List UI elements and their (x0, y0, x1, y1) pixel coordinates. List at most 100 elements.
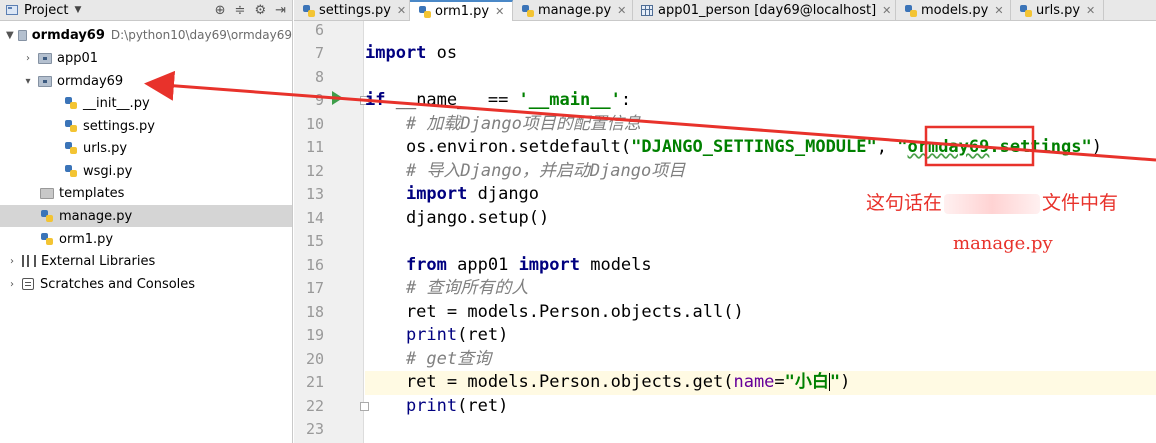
tree-item-label: manage.py (59, 208, 133, 224)
python-file-icon (521, 4, 534, 17)
package-folder-icon (38, 75, 52, 87)
python-file-icon (418, 5, 431, 18)
blurred-region (944, 194, 1041, 214)
keyword: from (405, 255, 447, 275)
tab-settings-py[interactable]: settings.py ✕ (294, 0, 410, 21)
tree-item-label: settings.py (83, 118, 155, 134)
code-line-7[interactable]: import os (365, 42, 1156, 66)
tree-item-label: wsgi.py (83, 163, 133, 179)
tab-models-py[interactable]: models.py ✕ (896, 0, 1011, 21)
tree-item-settings-py[interactable]: settings.py (0, 115, 292, 137)
close-icon[interactable]: ✕ (882, 4, 891, 17)
code-line-22[interactable]: print(ret) (365, 395, 1156, 419)
tree-item-orm1-py[interactable]: orm1.py (0, 228, 292, 250)
tree-item-app01[interactable]: › app01 (0, 47, 292, 69)
python-file-icon (64, 96, 78, 110)
locate-icon[interactable]: ⊕ (215, 2, 226, 19)
string-literal: " (897, 137, 908, 157)
code-text: ) (840, 372, 851, 392)
tab-label: orm1.py (435, 4, 490, 19)
tree-item-label: urls.py (83, 140, 128, 156)
project-path: D:\python10\day69\ormday69 (110, 28, 292, 42)
code-line-10[interactable]: # 加载Django项目的配置信息 (365, 113, 1156, 137)
chevron-down-icon[interactable]: ▼ (6, 30, 14, 41)
tree-item-templates[interactable]: templates (0, 182, 292, 204)
line-number: 6 (314, 21, 324, 39)
code-text: os (426, 43, 458, 63)
python-file-icon (1019, 4, 1032, 17)
close-icon[interactable]: ✕ (994, 4, 1003, 17)
close-icon[interactable]: ✕ (397, 4, 406, 17)
code-line-18[interactable]: ret = models.Person.objects.all() (365, 301, 1156, 325)
tab-orm1-py[interactable]: orm1.py ✕ (410, 0, 513, 21)
code-text: ) (1091, 137, 1102, 157)
python-file-icon (904, 4, 917, 17)
line-number: 21 (305, 373, 324, 391)
comment: # get查询 (365, 349, 492, 369)
code-text: ret = models.Person.objects.all() (365, 302, 744, 322)
comment: # 查询所有的人 (365, 278, 529, 298)
line-number: 8 (314, 68, 324, 86)
tree-item-manage-py[interactable]: manage.py (0, 205, 292, 227)
annotation-note-prefix: 这句话在 (866, 192, 943, 214)
code-line-21[interactable]: ret = models.Person.objects.get(name="小白… (365, 371, 1156, 395)
keyword: import (518, 255, 580, 275)
close-icon[interactable]: ✕ (495, 5, 504, 18)
keyword-argument: name (733, 372, 775, 392)
tab-manage-py[interactable]: manage.py ✕ (513, 0, 633, 21)
string-literal: "小白 (784, 372, 829, 392)
folder-icon (17, 29, 27, 41)
code-line-17[interactable]: # 查询所有的人 (365, 277, 1156, 301)
annotation-note: 这句话在 文件中有 (866, 188, 1118, 215)
project-view-selector[interactable]: Project ▼ (0, 3, 81, 18)
python-file-icon (302, 4, 315, 17)
code-text: , (876, 137, 898, 157)
gear-icon[interactable]: ⚙ (254, 2, 266, 19)
chevron-down-icon[interactable]: ▾ (22, 76, 34, 87)
code-text: = (774, 372, 785, 392)
tree-item-ormday69-root[interactable]: ▼ ormday69 D:\python10\day69\ormday69 (0, 24, 292, 46)
tree-item-ormday69-package[interactable]: ▾ ormday69 (0, 70, 292, 92)
line-number: 7 (314, 44, 324, 62)
run-icon[interactable] (332, 91, 343, 105)
package-folder-icon (38, 52, 52, 64)
line-number: 14 (305, 209, 324, 227)
tree-item-label: orm1.py (59, 231, 114, 247)
close-icon[interactable]: ✕ (1086, 4, 1095, 17)
tree-item-label: External Libraries (41, 253, 156, 269)
python-file-icon (64, 141, 78, 155)
code-line-20[interactable]: # get查询 (365, 348, 1156, 372)
tree-item-init-py[interactable]: __init__.py (0, 92, 292, 114)
chevron-right-icon[interactable]: › (22, 53, 34, 64)
tree-item-urls-py[interactable]: urls.py (0, 137, 292, 159)
tab-urls-py[interactable]: urls.py ✕ (1011, 0, 1104, 21)
tree-item-external-libraries[interactable]: › External Libraries (0, 250, 292, 272)
string-literal: .settings" (989, 137, 1092, 157)
code-text: (ret) (457, 396, 509, 416)
project-panel: Project ▼ ⊕ ≑ ⚙ ⇥ ▼ ormday69 D:\python10… (0, 0, 293, 443)
hide-panel-icon[interactable]: ⇥ (275, 2, 286, 19)
tree-item-wsgi-py[interactable]: wsgi.py (0, 160, 292, 182)
tab-app01-person-table[interactable]: app01_person [day69@localhost] ✕ (633, 0, 896, 21)
code-line-11[interactable]: os.environ.setdefault("DJANGO_SETTINGS_M… (365, 136, 1156, 160)
project-title: Project (24, 2, 69, 18)
line-number: 13 (305, 185, 324, 203)
project-panel-header: Project ▼ ⊕ ≑ ⚙ ⇥ (0, 0, 292, 21)
line-number: 12 (305, 162, 324, 180)
tree-item-scratches[interactable]: › Scratches and Consoles (0, 273, 292, 295)
code-line-12[interactable]: # 导入Django，并启动Django项目 (365, 160, 1156, 184)
code-line-19[interactable]: print(ret) (365, 324, 1156, 348)
comment: # 加载Django项目的配置信息 (365, 114, 641, 134)
string-literal: "DJANGO_SETTINGS_MODULE" (631, 137, 877, 157)
string-literal: '__main__' (518, 90, 621, 110)
chevron-right-icon[interactable]: › (6, 279, 18, 290)
tab-label: urls.py (1036, 3, 1081, 18)
code-line-16[interactable]: from app01 import models (365, 254, 1156, 278)
chevron-right-icon[interactable]: › (6, 256, 18, 267)
keyword: if (365, 90, 386, 110)
code-line-9[interactable]: if __name__ == '__main__': (365, 89, 1156, 113)
python-file-icon (64, 119, 78, 133)
collapse-all-icon[interactable]: ≑ (235, 2, 246, 19)
line-number: 20 (305, 350, 324, 368)
close-icon[interactable]: ✕ (617, 4, 626, 17)
